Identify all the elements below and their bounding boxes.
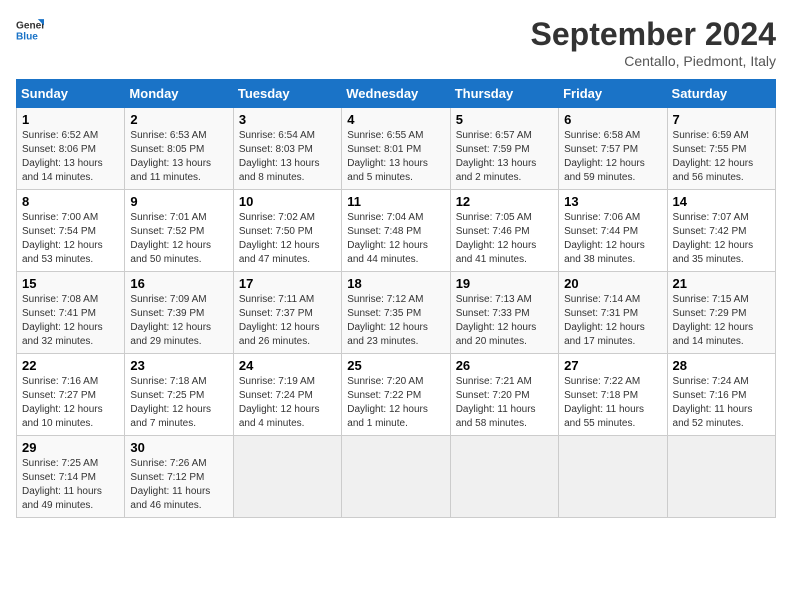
table-row: 15 Sunrise: 7:08 AMSunset: 7:41 PMDaylig… (17, 272, 125, 354)
table-row: 20 Sunrise: 7:14 AMSunset: 7:31 PMDaylig… (559, 272, 667, 354)
table-row: 12 Sunrise: 7:05 AMSunset: 7:46 PMDaylig… (450, 190, 558, 272)
table-row: 1 Sunrise: 6:52 AMSunset: 8:06 PMDayligh… (17, 108, 125, 190)
svg-text:General: General (16, 20, 44, 31)
empty-cell (342, 436, 450, 518)
header-row: Sunday Monday Tuesday Wednesday Thursday… (17, 80, 776, 108)
table-row: 14 Sunrise: 7:07 AMSunset: 7:42 PMDaylig… (667, 190, 775, 272)
table-row: 30 Sunrise: 7:26 AMSunset: 7:12 PMDaylig… (125, 436, 233, 518)
svg-text:Blue: Blue (16, 31, 38, 42)
table-row: 21 Sunrise: 7:15 AMSunset: 7:29 PMDaylig… (667, 272, 775, 354)
col-wednesday: Wednesday (342, 80, 450, 108)
week-row: 15 Sunrise: 7:08 AMSunset: 7:41 PMDaylig… (17, 272, 776, 354)
logo: General Blue (16, 16, 44, 44)
table-row: 11 Sunrise: 7:04 AMSunset: 7:48 PMDaylig… (342, 190, 450, 272)
table-row: 17 Sunrise: 7:11 AMSunset: 7:37 PMDaylig… (233, 272, 341, 354)
col-saturday: Saturday (667, 80, 775, 108)
table-row: 6 Sunrise: 6:58 AMSunset: 7:57 PMDayligh… (559, 108, 667, 190)
col-friday: Friday (559, 80, 667, 108)
month-title: September 2024 (531, 16, 776, 53)
table-row: 5 Sunrise: 6:57 AMSunset: 7:59 PMDayligh… (450, 108, 558, 190)
page-header: General Blue September 2024 Centallo, Pi… (16, 16, 776, 69)
col-thursday: Thursday (450, 80, 558, 108)
week-row: 1 Sunrise: 6:52 AMSunset: 8:06 PMDayligh… (17, 108, 776, 190)
empty-cell (667, 436, 775, 518)
col-sunday: Sunday (17, 80, 125, 108)
empty-cell (233, 436, 341, 518)
table-row: 27 Sunrise: 7:22 AMSunset: 7:18 PMDaylig… (559, 354, 667, 436)
table-row: 8 Sunrise: 7:00 AMSunset: 7:54 PMDayligh… (17, 190, 125, 272)
empty-cell (559, 436, 667, 518)
table-row: 26 Sunrise: 7:21 AMSunset: 7:20 PMDaylig… (450, 354, 558, 436)
table-row: 9 Sunrise: 7:01 AMSunset: 7:52 PMDayligh… (125, 190, 233, 272)
logo-icon: General Blue (16, 16, 44, 44)
title-block: September 2024 Centallo, Piedmont, Italy (531, 16, 776, 69)
col-tuesday: Tuesday (233, 80, 341, 108)
table-row: 19 Sunrise: 7:13 AMSunset: 7:33 PMDaylig… (450, 272, 558, 354)
table-row: 29 Sunrise: 7:25 AMSunset: 7:14 PMDaylig… (17, 436, 125, 518)
table-row: 2 Sunrise: 6:53 AMSunset: 8:05 PMDayligh… (125, 108, 233, 190)
week-row: 8 Sunrise: 7:00 AMSunset: 7:54 PMDayligh… (17, 190, 776, 272)
table-row: 28 Sunrise: 7:24 AMSunset: 7:16 PMDaylig… (667, 354, 775, 436)
table-row: 7 Sunrise: 6:59 AMSunset: 7:55 PMDayligh… (667, 108, 775, 190)
table-row: 4 Sunrise: 6:55 AMSunset: 8:01 PMDayligh… (342, 108, 450, 190)
location: Centallo, Piedmont, Italy (531, 53, 776, 69)
empty-cell (450, 436, 558, 518)
table-row: 25 Sunrise: 7:20 AMSunset: 7:22 PMDaylig… (342, 354, 450, 436)
table-row: 13 Sunrise: 7:06 AMSunset: 7:44 PMDaylig… (559, 190, 667, 272)
calendar-table: Sunday Monday Tuesday Wednesday Thursday… (16, 79, 776, 518)
col-monday: Monday (125, 80, 233, 108)
table-row: 18 Sunrise: 7:12 AMSunset: 7:35 PMDaylig… (342, 272, 450, 354)
table-row: 3 Sunrise: 6:54 AMSunset: 8:03 PMDayligh… (233, 108, 341, 190)
table-row: 10 Sunrise: 7:02 AMSunset: 7:50 PMDaylig… (233, 190, 341, 272)
table-row: 16 Sunrise: 7:09 AMSunset: 7:39 PMDaylig… (125, 272, 233, 354)
week-row: 22 Sunrise: 7:16 AMSunset: 7:27 PMDaylig… (17, 354, 776, 436)
table-row: 22 Sunrise: 7:16 AMSunset: 7:27 PMDaylig… (17, 354, 125, 436)
table-row: 23 Sunrise: 7:18 AMSunset: 7:25 PMDaylig… (125, 354, 233, 436)
week-row: 29 Sunrise: 7:25 AMSunset: 7:14 PMDaylig… (17, 436, 776, 518)
table-row: 24 Sunrise: 7:19 AMSunset: 7:24 PMDaylig… (233, 354, 341, 436)
